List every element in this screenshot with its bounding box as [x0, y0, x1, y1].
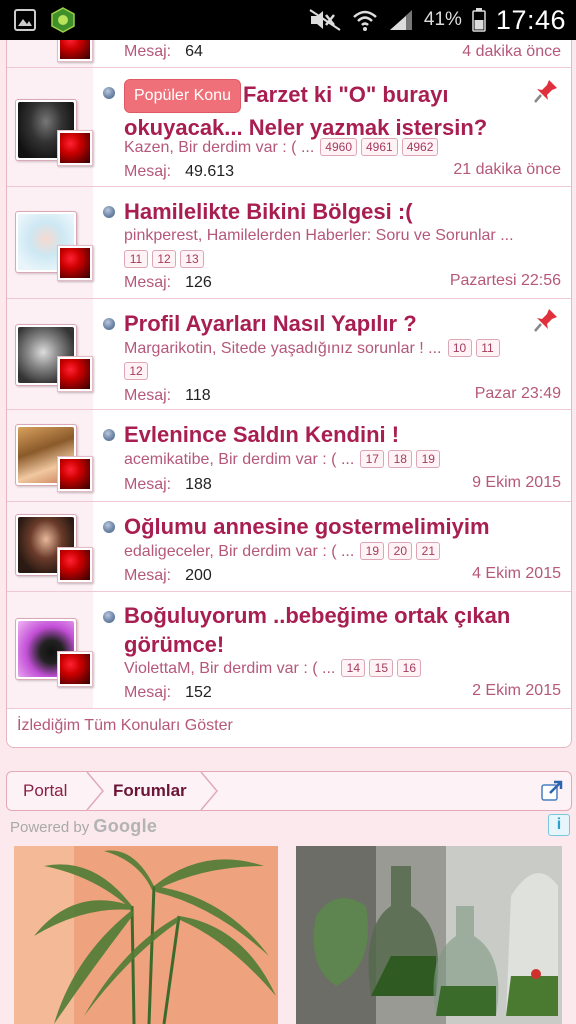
- last-post-time: 2 Ekim 2015: [472, 682, 561, 699]
- signal-icon: [389, 10, 412, 30]
- thread-row[interactable]: Mesaj: 64 4 dakika önce: [7, 40, 571, 68]
- page-link[interactable]: 12: [124, 362, 148, 380]
- thread-author-forum[interactable]: Margarikotin, Sitede yaşadığınız sorunla…: [124, 339, 500, 358]
- ad-image-terrarium[interactable]: [296, 846, 562, 1024]
- page-link[interactable]: 4962: [401, 138, 439, 156]
- message-count: Mesaj: 49.613: [124, 163, 235, 180]
- page-link[interactable]: 11: [475, 339, 500, 357]
- page-link[interactable]: 21: [416, 542, 441, 560]
- page-link[interactable]: 13: [180, 250, 204, 268]
- breadcrumb-separator-icon: [86, 772, 104, 810]
- thread-row[interactable]: Boğuluyorum ..bebeğime ortak çıkan görüm…: [7, 592, 571, 709]
- page-link[interactable]: 11: [124, 250, 148, 268]
- page-links: 11 12 13: [124, 250, 204, 269]
- app-notification-icon: [51, 7, 75, 33]
- wifi-icon: [353, 10, 377, 31]
- page-link[interactable]: 20: [388, 542, 413, 560]
- user-mini-avatar: [57, 40, 93, 62]
- thread-title[interactable]: Profil Ayarları Nasıl Yapılır ?: [124, 309, 524, 338]
- thread-list: Mesaj: 64 4 dakika önce Popüler Konu Farze…: [6, 40, 572, 748]
- message-count: Mesaj: 152: [124, 684, 212, 701]
- forum-page: Mesaj: 64 4 dakika önce Popüler Konu Farze…: [0, 40, 576, 1024]
- user-mini-avatar: [57, 356, 93, 392]
- thread-author-forum[interactable]: ViolettaM, Bir derdim var : ( ... 14 15 16: [124, 659, 422, 678]
- last-post-time: Pazartesi 22:56: [449, 272, 561, 289]
- thread-row[interactable]: Profil Ayarları Nasıl Yapılır ? Margarik…: [7, 299, 571, 410]
- thread-title[interactable]: Boğuluyorum ..bebeğime ortak çıkan görüm…: [124, 601, 554, 659]
- read-status-icon: [103, 521, 115, 533]
- thread-row[interactable]: Hamilelikte Bikini Bölgesi :( pinkperest…: [7, 187, 571, 299]
- ad-image-palm[interactable]: [14, 846, 278, 1024]
- read-status-icon: [103, 318, 115, 330]
- read-status-icon: [103, 87, 115, 99]
- page-link[interactable]: 19: [416, 450, 441, 468]
- thread-row[interactable]: Evlenince Saldın Kendini ! acemikatibe, …: [7, 410, 571, 502]
- page-link[interactable]: 19: [360, 542, 385, 560]
- page-link[interactable]: 4960: [320, 138, 357, 156]
- page-link[interactable]: 17: [360, 450, 385, 468]
- message-count: Mesaj: 188: [124, 476, 212, 493]
- popular-topic-badge: Popüler Konu: [124, 79, 241, 113]
- read-status-icon: [103, 206, 115, 218]
- sticky-pin-icon: [534, 80, 557, 103]
- user-mini-avatar: [57, 456, 93, 492]
- thread-title[interactable]: Oğlumu annesine gostermelimiyim: [124, 512, 564, 541]
- powered-by-google: Powered by Google: [10, 816, 158, 836]
- thread-author-forum[interactable]: acemikatibe, Bir derdim var : ( ... 17 18 1…: [124, 450, 441, 469]
- thread-title[interactable]: Evlenince Saldın Kendini !: [124, 420, 524, 449]
- user-mini-avatar: [57, 651, 93, 687]
- user-mini-avatar: [57, 245, 93, 281]
- user-mini-avatar: [57, 547, 93, 583]
- message-count: Mesaj: 200: [124, 567, 212, 584]
- thread-author-forum[interactable]: pinkperest, Hamilelerden Haberler: Soru …: [124, 227, 514, 245]
- read-status-icon: [103, 611, 115, 623]
- page-link[interactable]: 15: [369, 659, 394, 677]
- thread-title[interactable]: Hamilelikte Bikini Bölgesi :(: [124, 197, 524, 226]
- page-links: 12: [124, 362, 148, 381]
- status-bar: 41% 17:46: [0, 0, 576, 40]
- page-link[interactable]: 18: [388, 450, 413, 468]
- breadcrumb-forums[interactable]: Forumlar: [113, 772, 187, 810]
- mute-icon: [309, 9, 341, 31]
- show-all-watched-threads-link[interactable]: İzlediğim Tüm Konuları Göster: [17, 717, 233, 735]
- user-mini-avatar: [57, 130, 93, 166]
- last-post-time: 21 dakika önce: [453, 161, 561, 178]
- page-link[interactable]: 14: [341, 659, 366, 677]
- message-count: Mesaj: 126: [124, 274, 212, 291]
- gallery-notification-icon: [14, 9, 36, 31]
- thread-row[interactable]: Popüler Konu Farzet ki "O" burayı okuyaca…: [7, 68, 571, 187]
- page-link[interactable]: 4961: [361, 138, 398, 156]
- external-link-icon[interactable]: [541, 780, 563, 802]
- message-count: Mesaj: 64: [124, 43, 203, 60]
- battery-icon: [472, 8, 486, 32]
- last-post-time: Pazar 23:49: [474, 385, 561, 402]
- thread-row[interactable]: Oğlumu annesine gostermelimiyim edaligec…: [7, 502, 571, 592]
- breadcrumb-separator-icon: [200, 772, 218, 810]
- last-post-time: 4 dakika önce: [462, 43, 561, 60]
- thread-author-forum[interactable]: edaligeceler, Bir derdim var : ( ... 19 20…: [124, 542, 441, 561]
- page-link[interactable]: 16: [397, 659, 422, 677]
- ad-info-icon[interactable]: i: [548, 814, 570, 836]
- breadcrumb-portal[interactable]: Portal: [23, 772, 67, 810]
- clock: 17:46: [495, 4, 566, 35]
- last-post-time: 9 Ekim 2015: [472, 474, 561, 491]
- last-post-time: 4 Ekim 2015: [472, 565, 561, 582]
- page-link[interactable]: 10: [447, 339, 472, 357]
- breadcrumb: Portal Forumlar: [6, 771, 572, 811]
- battery-percent: 41%: [423, 9, 462, 30]
- thread-title[interactable]: Popüler Konu Farzet ki "O" burayı okuyaca…: [124, 79, 524, 142]
- thread-author-forum[interactable]: Kazen, Bir derdim var : ( ... 4960 4961 496…: [124, 138, 439, 157]
- message-count: Mesaj: 118: [124, 387, 211, 404]
- read-status-icon: [103, 429, 115, 441]
- sticky-pin-icon: [534, 309, 557, 332]
- page-link[interactable]: 12: [152, 250, 176, 268]
